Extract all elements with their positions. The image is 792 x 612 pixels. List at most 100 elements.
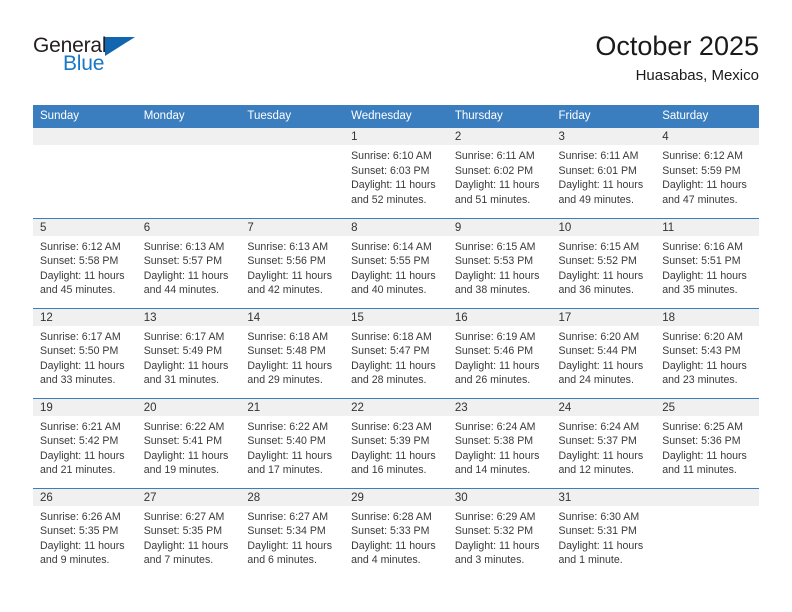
calendar-day-cell[interactable]: 10 Sunrise: 6:15 AM Sunset: 5:52 PM Dayligh… — [551, 217, 656, 308]
sunset-time: Sunset: 5:41 PM — [143, 435, 223, 448]
sunrise-time: Sunrise: 6:10 AM — [351, 150, 432, 162]
calendar-day-cell[interactable]: 31 Sunrise: 6:30 AM Sunset: 5:31 PM Dayligh… — [551, 487, 656, 578]
day-number: 17 — [551, 308, 656, 326]
sunset-time: Sunset: 5:31 PM — [558, 525, 637, 538]
calendar-day-cell[interactable]: 16 Sunrise: 6:19 AM Sunset: 5:46 PM Dayligh… — [447, 307, 552, 398]
daylight-duration-line2: and 11 minutes. — [662, 464, 737, 477]
daylight-duration-line1: Daylight: 11 hours — [454, 359, 540, 372]
sunrise-time: Sunrise: 6:30 AM — [558, 510, 640, 523]
day-number: 31 — [551, 488, 656, 506]
sunset-time: Sunset: 5:52 PM — [558, 255, 637, 268]
daylight-duration-line2: and 47 minutes. — [662, 193, 738, 206]
calendar-day-cell[interactable]: 24 Sunrise: 6:24 AM Sunset: 5:37 PM Dayligh… — [551, 397, 656, 488]
daylight-duration-line2: and 52 minutes. — [351, 193, 427, 206]
calendar-day-cell[interactable]: 15 Sunrise: 6:18 AM Sunset: 5:47 PM Dayligh… — [344, 307, 448, 398]
day-number: 1 — [344, 128, 448, 145]
daylight-duration-line2: and 3 minutes. — [454, 554, 525, 567]
daylight-duration-line1: Daylight: 11 hours — [662, 179, 747, 192]
page-masthead: General Blue October 2025 Huasabas, Mexi… — [33, 30, 759, 92]
sunset-time: Sunset: 5:49 PM — [143, 345, 223, 358]
sunrise-sunset-calendar-table: Sunday Monday Tuesday Wednesday Thursday Frid… — [33, 105, 759, 578]
sunset-time: Sunset: 5:35 PM — [40, 525, 119, 538]
calendar-day-cell-empty — [240, 128, 345, 218]
calendar-day-cell[interactable]: 20 Sunrise: 6:22 AM Sunset: 5:41 PM Dayligh… — [136, 397, 241, 488]
day-number: 13 — [136, 308, 241, 326]
calendar-day-cell[interactable]: 17 Sunrise: 6:20 AM Sunset: 5:44 PM Dayligh… — [551, 307, 656, 398]
calendar-week-row: 12 Sunrise: 6:17 AM Sunset: 5:50 PM Dayligh… — [33, 307, 759, 398]
sunset-time: Sunset: 6:01 PM — [558, 164, 637, 177]
calendar-day-cell[interactable]: 18 Sunrise: 6:20 AM Sunset: 5:43 PM Dayligh… — [655, 307, 759, 398]
day-details: Sunrise: 6:21 AM Sunset: 5:42 PM Daylight:… — [33, 416, 137, 478]
calendar-day-cell[interactable]: 11 Sunrise: 6:16 AM Sunset: 5:51 PM Dayligh… — [655, 217, 759, 308]
day-details: Sunrise: 6:28 AM Sunset: 5:33 PM Daylight:… — [344, 506, 448, 568]
logo-triangle-icon — [105, 37, 135, 56]
calendar-day-cell[interactable]: 13 Sunrise: 6:17 AM Sunset: 5:49 PM Dayligh… — [136, 307, 241, 398]
calendar-day-cell[interactable]: 23 Sunrise: 6:24 AM Sunset: 5:38 PM Dayligh… — [447, 397, 552, 488]
sunrise-time: Sunrise: 6:12 AM — [662, 150, 743, 162]
calendar-day-cell[interactable]: 19 Sunrise: 6:21 AM Sunset: 5:42 PM Dayligh… — [33, 397, 137, 488]
sunrise-time: Sunrise: 6:26 AM — [40, 510, 121, 523]
calendar-week-row: 19 Sunrise: 6:21 AM Sunset: 5:42 PM Dayligh… — [33, 397, 759, 488]
daylight-duration-line1: Daylight: 11 hours — [143, 269, 229, 282]
day-number: 5 — [33, 218, 137, 236]
daylight-duration-line2: and 1 minute. — [558, 554, 623, 567]
calendar-day-cell[interactable]: 2 Sunrise: 6:11 AM Sunset: 6:02 PM Daylight… — [447, 128, 552, 218]
sunrise-time: Sunrise: 6:14 AM — [351, 240, 432, 253]
daylight-duration-line1: Daylight: 11 hours — [351, 539, 436, 552]
calendar-day-cell[interactable]: 22 Sunrise: 6:23 AM Sunset: 5:39 PM Dayligh… — [344, 397, 448, 488]
daylight-duration-line1: Daylight: 11 hours — [40, 539, 125, 552]
sunrise-time: Sunrise: 6:13 AM — [143, 240, 225, 253]
sunset-time: Sunset: 5:46 PM — [454, 345, 534, 358]
day-details: Sunrise: 6:14 AM Sunset: 5:55 PM Daylight:… — [344, 236, 448, 298]
day-number — [240, 128, 345, 145]
calendar-day-cell[interactable]: 1 Sunrise: 6:10 AM Sunset: 6:03 PM Daylight… — [344, 128, 448, 218]
sunrise-time: Sunrise: 6:25 AM — [662, 420, 743, 433]
calendar-day-cell-empty — [33, 128, 137, 218]
day-number: 19 — [33, 398, 137, 416]
calendar-day-cell[interactable]: 21 Sunrise: 6:22 AM Sunset: 5:40 PM Dayligh… — [240, 397, 345, 488]
day-details: Sunrise: 6:23 AM Sunset: 5:39 PM Daylight:… — [344, 416, 448, 478]
daylight-duration-line2: and 38 minutes. — [454, 284, 531, 297]
daylight-duration-line2: and 14 minutes. — [454, 464, 531, 477]
calendar-day-cell[interactable]: 30 Sunrise: 6:29 AM Sunset: 5:32 PM Dayligh… — [447, 487, 552, 578]
sunrise-time: Sunrise: 6:20 AM — [662, 330, 743, 343]
sunrise-time: Sunrise: 6:16 AM — [662, 240, 743, 253]
sunset-time: Sunset: 5:53 PM — [454, 255, 534, 268]
sunset-time: Sunset: 5:35 PM — [143, 525, 223, 538]
calendar-day-cell[interactable]: 26 Sunrise: 6:26 AM Sunset: 5:35 PM Dayligh… — [33, 487, 137, 578]
calendar-day-cell[interactable]: 14 Sunrise: 6:18 AM Sunset: 5:48 PM Dayligh… — [240, 307, 345, 398]
day-details: Sunrise: 6:27 AM Sunset: 5:35 PM Daylight:… — [137, 506, 241, 568]
day-number: 4 — [655, 128, 759, 145]
sunset-time: Sunset: 5:38 PM — [454, 435, 534, 448]
calendar-day-cell[interactable]: 29 Sunrise: 6:28 AM Sunset: 5:33 PM Dayligh… — [344, 487, 448, 578]
calendar-day-cell[interactable]: 9 Sunrise: 6:15 AM Sunset: 5:53 PM Daylight… — [447, 217, 552, 308]
day-number: 18 — [655, 308, 759, 326]
sunset-time: Sunset: 5:40 PM — [247, 435, 326, 448]
day-number: 12 — [33, 308, 137, 326]
general-blue-logo[interactable]: General Blue — [33, 34, 153, 82]
page-title: October 2025 — [595, 31, 759, 61]
sunrise-time: Sunrise: 6:17 AM — [40, 330, 121, 343]
calendar-day-cell[interactable]: 28 Sunrise: 6:27 AM Sunset: 5:34 PM Dayligh… — [240, 487, 345, 578]
weekday-header-thursday: Thursday — [447, 105, 552, 128]
day-details: Sunrise: 6:22 AM Sunset: 5:40 PM Daylight:… — [240, 416, 344, 478]
daylight-duration-line1: Daylight: 11 hours — [351, 359, 436, 372]
calendar-day-cell[interactable]: 27 Sunrise: 6:27 AM Sunset: 5:35 PM Dayligh… — [136, 487, 241, 578]
sunset-time: Sunset: 6:03 PM — [351, 164, 430, 177]
calendar-day-cell[interactable]: 12 Sunrise: 6:17 AM Sunset: 5:50 PM Dayligh… — [33, 307, 137, 398]
sunset-time: Sunset: 5:51 PM — [662, 255, 741, 268]
daylight-duration-line2: and 44 minutes. — [143, 284, 220, 297]
day-details: Sunrise: 6:29 AM Sunset: 5:32 PM Daylight:… — [448, 506, 552, 568]
daylight-duration-line2: and 16 minutes. — [351, 464, 427, 477]
calendar-day-cell[interactable]: 8 Sunrise: 6:14 AM Sunset: 5:55 PM Daylight… — [344, 217, 448, 308]
calendar-day-cell[interactable]: 3 Sunrise: 6:11 AM Sunset: 6:01 PM Daylight… — [551, 128, 656, 218]
day-details: Sunrise: 6:17 AM Sunset: 5:50 PM Daylight:… — [33, 326, 137, 388]
calendar-page: General Blue October 2025 Huasabas, Mexi… — [0, 0, 792, 612]
calendar-day-cell[interactable]: 7 Sunrise: 6:13 AM Sunset: 5:56 PM Daylight… — [240, 217, 345, 308]
calendar-day-cell[interactable]: 5 Sunrise: 6:12 AM Sunset: 5:58 PM Daylight… — [33, 217, 137, 308]
calendar-day-cell[interactable]: 6 Sunrise: 6:13 AM Sunset: 5:57 PM Daylight… — [136, 217, 241, 308]
calendar-day-cell[interactable]: 25 Sunrise: 6:25 AM Sunset: 5:36 PM Dayligh… — [655, 397, 759, 488]
sunset-time: Sunset: 5:44 PM — [558, 345, 637, 358]
sunrise-time: Sunrise: 6:19 AM — [454, 330, 536, 343]
calendar-day-cell[interactable]: 4 Sunrise: 6:12 AM Sunset: 5:59 PM Daylight… — [655, 128, 759, 218]
